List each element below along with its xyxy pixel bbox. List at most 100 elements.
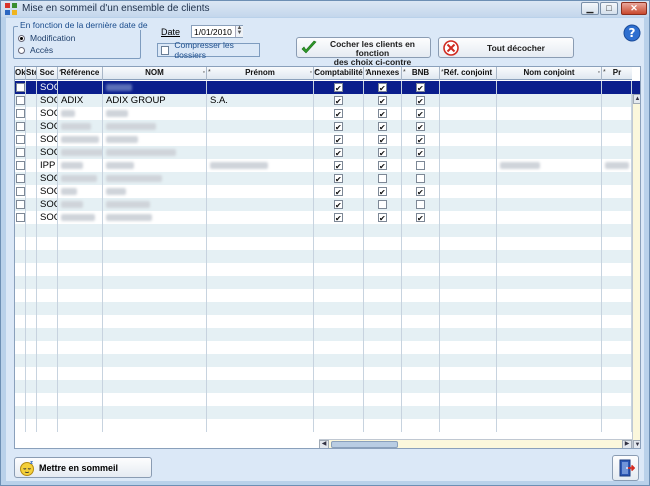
grid-cell[interactable]	[402, 367, 440, 380]
grid-cell[interactable]	[440, 380, 497, 393]
grid-cell[interactable]	[497, 185, 602, 198]
grid-cell[interactable]	[58, 133, 103, 146]
grid-cell[interactable]	[103, 354, 207, 367]
grid-cell[interactable]	[207, 341, 314, 354]
col-nom-conjoint[interactable]: ◦ Nom conjoint	[497, 67, 602, 80]
grid-cell[interactable]	[314, 367, 364, 380]
annexes-checkbox[interactable]	[378, 82, 387, 94]
grid-cell[interactable]	[314, 302, 364, 315]
grid-cell[interactable]	[402, 380, 440, 393]
grid-cell[interactable]	[26, 198, 37, 211]
grid-cell[interactable]	[602, 328, 632, 341]
grid-cell[interactable]	[497, 393, 602, 406]
grid-cell[interactable]	[497, 419, 602, 432]
table-row[interactable]	[15, 367, 632, 380]
bnb-checkbox[interactable]	[416, 174, 425, 183]
grid-cell[interactable]	[58, 198, 103, 211]
grid-cell[interactable]	[440, 185, 497, 198]
grid-cell[interactable]	[440, 419, 497, 432]
grid-cell[interactable]	[103, 367, 207, 380]
grid-cell[interactable]	[207, 276, 314, 289]
grid-cell[interactable]	[207, 146, 314, 159]
table-row[interactable]: SOC	[15, 185, 632, 198]
table-row[interactable]	[15, 237, 632, 250]
grid-cell[interactable]	[602, 406, 632, 419]
grid-cell[interactable]	[207, 211, 314, 224]
grid-cell[interactable]	[402, 237, 440, 250]
grid-cell[interactable]	[440, 276, 497, 289]
grid-cell[interactable]	[207, 289, 314, 302]
grid-cell[interactable]	[364, 276, 402, 289]
grid-cell[interactable]	[602, 159, 632, 172]
annexes-checkbox[interactable]	[378, 121, 387, 133]
grid-cell[interactable]	[15, 419, 26, 432]
grid-cell[interactable]	[402, 120, 440, 133]
col-nom[interactable]: ◦ NOM	[103, 67, 207, 80]
grid-cell[interactable]	[26, 107, 37, 120]
ok-checkbox[interactable]	[16, 135, 25, 144]
grid-cell[interactable]	[37, 393, 58, 406]
grid-cell[interactable]	[314, 263, 364, 276]
grid-cell[interactable]: SOC	[37, 107, 58, 120]
maximize-button[interactable]: □	[600, 2, 618, 15]
grid-cell[interactable]	[402, 354, 440, 367]
grid-cell[interactable]	[26, 133, 37, 146]
table-row[interactable]	[15, 289, 632, 302]
close-button[interactable]: ✕	[621, 2, 647, 15]
grid-cell[interactable]	[497, 224, 602, 237]
ok-checkbox[interactable]	[16, 109, 25, 118]
grid-cell[interactable]	[26, 341, 37, 354]
grid-cell[interactable]	[207, 172, 314, 185]
ok-checkbox[interactable]	[16, 122, 25, 131]
grid-cell[interactable]	[37, 263, 58, 276]
grid-cell[interactable]	[440, 328, 497, 341]
bnb-checkbox[interactable]	[416, 108, 425, 120]
grid-cell[interactable]	[314, 94, 364, 107]
grid-cell[interactable]	[364, 354, 402, 367]
col-comptabilite[interactable]: * Comptabilité	[314, 67, 364, 80]
grid-cell[interactable]	[26, 237, 37, 250]
grid-cell[interactable]	[440, 302, 497, 315]
exit-button[interactable]	[612, 455, 639, 481]
compta-checkbox[interactable]	[334, 186, 343, 198]
ok-checkbox[interactable]	[16, 161, 25, 170]
grid-cell[interactable]	[440, 406, 497, 419]
grid-cell[interactable]	[26, 81, 37, 94]
grid-cell[interactable]	[314, 172, 364, 185]
grid-cell[interactable]	[15, 133, 26, 146]
grid-cell[interactable]	[15, 354, 26, 367]
grid-cell[interactable]: S.A.	[207, 94, 314, 107]
col-bnb[interactable]: * BNB	[402, 67, 440, 80]
scroll-down-arrow[interactable]: ▼	[633, 440, 640, 448]
grid-cell[interactable]	[497, 237, 602, 250]
grid-cell[interactable]: SOC	[37, 133, 58, 146]
grid-cell[interactable]: SOC	[37, 185, 58, 198]
grid-cell[interactable]	[602, 419, 632, 432]
grid-cell[interactable]	[364, 302, 402, 315]
grid-cell[interactable]	[364, 380, 402, 393]
grid-cell[interactable]	[440, 354, 497, 367]
grid-cell[interactable]	[314, 354, 364, 367]
table-row[interactable]	[15, 276, 632, 289]
clients-grid[interactable]: Ok Sté Soc *Référence ◦NOM *◦Prénom *Com…	[14, 66, 641, 449]
grid-cell[interactable]	[15, 172, 26, 185]
grid-cell[interactable]	[37, 315, 58, 328]
grid-cell[interactable]	[314, 224, 364, 237]
grid-cell[interactable]	[207, 120, 314, 133]
grid-cell[interactable]	[15, 159, 26, 172]
grid-cell[interactable]	[37, 354, 58, 367]
grid-cell[interactable]	[37, 328, 58, 341]
grid-cell[interactable]	[602, 354, 632, 367]
table-row[interactable]: SOC	[15, 146, 632, 159]
grid-cell[interactable]	[37, 367, 58, 380]
grid-cell[interactable]	[15, 250, 26, 263]
grid-cell[interactable]	[364, 341, 402, 354]
horizontal-scrollbar[interactable]: ◀ ▶	[319, 439, 632, 448]
grid-cell[interactable]	[440, 289, 497, 302]
annexes-checkbox[interactable]	[378, 147, 387, 159]
grid-cell[interactable]	[497, 302, 602, 315]
grid-cell[interactable]	[58, 159, 103, 172]
grid-cell[interactable]	[440, 172, 497, 185]
grid-cell[interactable]	[58, 146, 103, 159]
compta-checkbox[interactable]	[334, 147, 343, 159]
